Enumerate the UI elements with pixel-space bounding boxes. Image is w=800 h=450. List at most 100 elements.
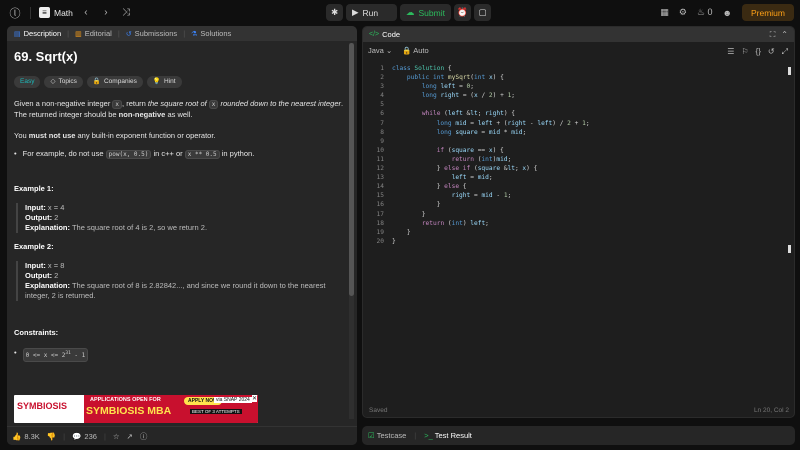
code-line[interactable]: 18 return (int) left; xyxy=(363,219,788,228)
streak-counter[interactable]: ♨ 0 xyxy=(697,7,713,18)
premium-button[interactable]: Premium xyxy=(741,4,794,21)
tab-submissions[interactable]: ↺ Submissions xyxy=(124,29,179,38)
line-number: 9 xyxy=(380,137,384,145)
code-text: } else if (square &lt; x) { xyxy=(392,165,538,173)
code-line[interactable]: 6 while (left &lt; right) { xyxy=(363,109,788,118)
layout-icon[interactable]: ▦ xyxy=(660,7,669,18)
comment-count: 236 xyxy=(84,431,97,441)
tab-testcase[interactable]: ☑ Testcase xyxy=(368,431,406,440)
fullscreen-icon[interactable]: ⤢ xyxy=(782,47,788,57)
testcase-panel: ☑ Testcase | >_ Test Result xyxy=(362,426,795,445)
chevron-left-icon[interactable]: ‹ xyxy=(79,7,93,18)
streak-count: 0 xyxy=(707,7,713,17)
help-icon[interactable]: ⓘ xyxy=(140,431,148,442)
code-line[interactable]: 2 public int mySqrt(int x) { xyxy=(363,73,788,82)
bookmark-icon[interactable]: ⚐ xyxy=(741,47,748,57)
lock-icon: 🔒 xyxy=(402,46,412,55)
line-number: 4 xyxy=(380,92,384,100)
code-text: class Solution { xyxy=(392,65,452,72)
cursor-position: Ln 20, Col 2 xyxy=(753,407,789,414)
code-line[interactable]: 17 } xyxy=(363,210,788,219)
value: x = 4 xyxy=(47,203,65,212)
value: 2 xyxy=(54,271,59,280)
chip-label: Topics xyxy=(58,78,77,85)
desc-text: as well. xyxy=(167,110,193,119)
code-line[interactable]: 13 left = mid; xyxy=(363,173,788,182)
timer-button[interactable]: ⏰ xyxy=(454,4,471,21)
ad-promo: APPLICATIONS OPEN FOR SYMBIOSIS MBA APPL… xyxy=(84,395,258,423)
submit-button[interactable]: ☁ Submit xyxy=(400,4,451,21)
language-select[interactable]: Java ⌄ xyxy=(368,46,392,55)
code-text: public int mySqrt(int x) { xyxy=(406,74,504,82)
tab-description[interactable]: ▤ Description xyxy=(12,29,63,38)
desc-bold: non-negative xyxy=(118,110,166,119)
left-tabbar: ▤ Description | ▥ Editorial | ↺ Submissi… xyxy=(7,26,357,41)
chevron-right-icon[interactable]: › xyxy=(99,7,113,18)
code-line[interactable]: 3 long left = 0; xyxy=(363,82,788,91)
code-line[interactable]: 1 class Solution { xyxy=(363,64,788,73)
run-button[interactable]: ▶ Run xyxy=(346,4,397,21)
comment-icon: 💬 xyxy=(72,431,82,441)
maximize-icon[interactable]: ⛶ xyxy=(770,30,776,40)
code-line[interactable]: 14 } else { xyxy=(363,182,788,191)
tab-test-result[interactable]: >_ Test Result xyxy=(424,431,472,440)
editor-title: Code xyxy=(382,30,401,39)
share-icon[interactable]: ↗ xyxy=(127,432,133,441)
notes-button[interactable]: ▢ xyxy=(474,4,491,21)
ad-close-icon[interactable]: ✕ xyxy=(251,395,257,402)
code-text: right = mid - 1; xyxy=(451,192,512,200)
problem-list-button[interactable]: ≡ Math xyxy=(39,7,73,18)
format-icon[interactable]: ☰ xyxy=(727,47,734,57)
shuffle-icon[interactable]: ⤨ xyxy=(119,7,133,18)
comments-button[interactable]: 💬 236 xyxy=(72,432,97,441)
desc-text: You xyxy=(14,131,27,140)
companies-chip[interactable]: 🔒 Companies xyxy=(86,76,143,88)
code-line[interactable]: 8 long square = mid * mid; xyxy=(363,128,788,137)
code-line[interactable]: 19 } xyxy=(363,228,788,237)
line-number: 17 xyxy=(376,210,384,218)
like-button[interactable]: 👍 8.3K xyxy=(12,432,40,441)
code-line[interactable]: 9 xyxy=(363,137,788,146)
avatar[interactable]: ☻ xyxy=(723,8,732,18)
constraint-tail: - 1 xyxy=(70,352,86,359)
line-number: 20 xyxy=(376,237,384,245)
braces-icon[interactable]: {} xyxy=(756,47,761,57)
debug-button[interactable]: ✱ xyxy=(326,4,343,21)
code-area[interactable]: 1 class Solution {2 public int mySqrt(int… xyxy=(363,64,788,246)
code-line[interactable]: 5 xyxy=(363,100,788,109)
tab-editorial[interactable]: ▥ Editorial xyxy=(73,29,114,38)
line-number: 5 xyxy=(380,101,384,109)
label: Explanation: xyxy=(25,223,71,232)
problem-title[interactable]: 69. Sqrt(x) xyxy=(14,50,344,70)
hint-chip[interactable]: 💡 Hint xyxy=(146,76,182,88)
code-line[interactable]: 11 return (int)mid; xyxy=(363,155,788,164)
description-panel: ▤ Description | ▥ Editorial | ↺ Submissi… xyxy=(7,26,357,445)
code-line[interactable]: 12 } else if (square &lt; x) { xyxy=(363,164,788,173)
chevron-up-icon[interactable]: ⌃ xyxy=(781,30,788,40)
star-icon[interactable]: ☆ xyxy=(113,432,120,441)
fire-icon: ♨ xyxy=(696,7,705,17)
leetcode-logo-icon[interactable]: ⓛ xyxy=(8,6,22,20)
code-text: long square = mid * mid; xyxy=(436,128,527,136)
ad-brand: SYMBIOSIS xyxy=(17,401,68,411)
code-line[interactable]: 20} xyxy=(363,237,788,246)
dislike-icon[interactable]: 👎 xyxy=(47,432,56,441)
code-line[interactable]: 7 long mid = left + (right - left) / 2 +… xyxy=(363,119,788,128)
code-line[interactable]: 16 } xyxy=(363,200,788,209)
code-line[interactable]: 15 right = mid - 1; xyxy=(363,191,788,200)
topics-chip[interactable]: ◇ Topics xyxy=(44,76,83,88)
scrollbar-thumb[interactable] xyxy=(349,43,354,296)
editor-header: </> Code xyxy=(363,27,794,42)
code-line[interactable]: 10 if (square == x) { xyxy=(363,146,788,155)
tab-solutions[interactable]: ⚗ Solutions xyxy=(189,29,233,38)
bullet-dot: • xyxy=(14,348,17,357)
code-text: } xyxy=(392,210,426,218)
autosave-indicator[interactable]: 🔒 Auto xyxy=(402,46,428,55)
desc-bold: must not use xyxy=(28,131,76,140)
code-line[interactable]: 4 long right = (x / 2) + 1; xyxy=(363,91,788,100)
advertisement-banner[interactable]: SYMBIOSIS APPLICATIONS OPEN FOR SYMBIOSI… xyxy=(14,395,258,423)
gear-icon[interactable]: ⚙ xyxy=(679,7,687,18)
cloud-upload-icon: ☁ xyxy=(406,7,415,17)
reset-icon[interactable]: ↺ xyxy=(768,47,775,57)
